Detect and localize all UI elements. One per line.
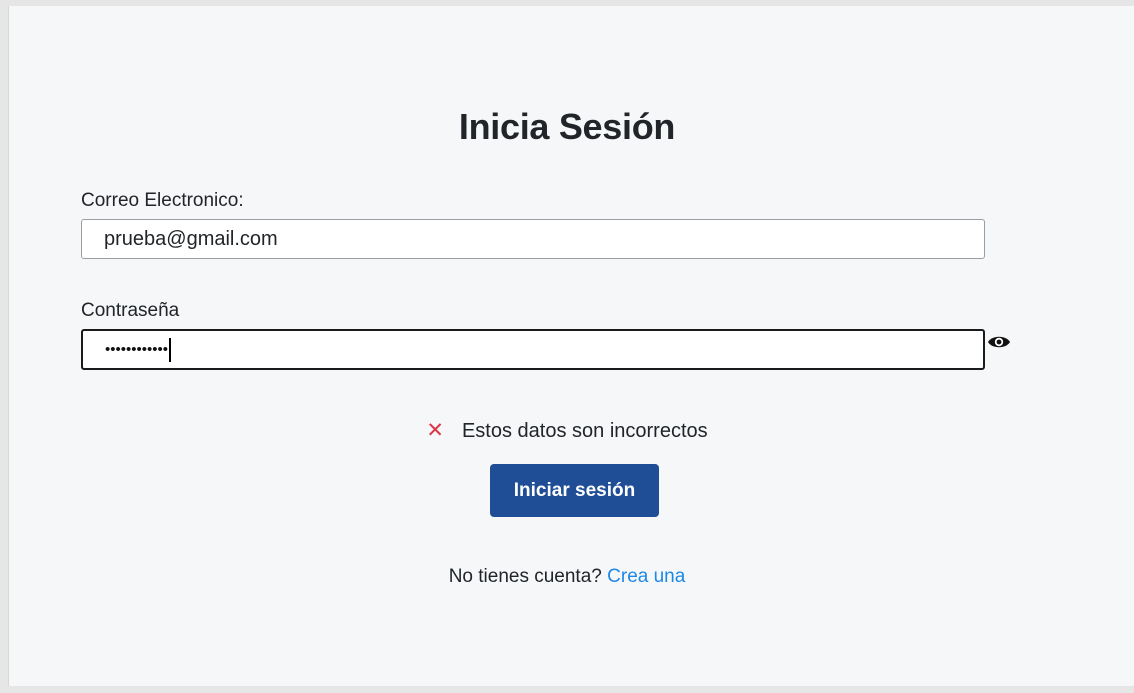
page-bottom-edge <box>8 686 1134 693</box>
email-field[interactable]: prueba@gmail.com <box>81 219 985 259</box>
password-field[interactable]: •••••••••••• <box>81 329 985 370</box>
error-text: Estos datos son incorrectos <box>461 420 708 442</box>
login-button[interactable]: Iniciar sesión <box>490 464 659 517</box>
signup-prompt: No tienes cuenta? Crea una <box>0 566 1134 588</box>
email-value: prueba@gmail.com <box>104 227 278 250</box>
password-label: Contraseña <box>81 300 180 321</box>
x-icon: ✕ <box>426 419 444 442</box>
email-label: Correo Electronico: <box>81 190 244 211</box>
password-mask: •••••••••••• <box>105 341 169 358</box>
text-caret <box>169 337 171 362</box>
eye-icon[interactable] <box>986 331 1012 353</box>
error-message: ✕ Estos datos son incorrectos <box>0 418 1134 443</box>
signup-link[interactable]: Crea una <box>607 566 685 587</box>
page-title: Inicia Sesión <box>458 106 676 147</box>
signup-text: No tienes cuenta? <box>448 566 602 587</box>
